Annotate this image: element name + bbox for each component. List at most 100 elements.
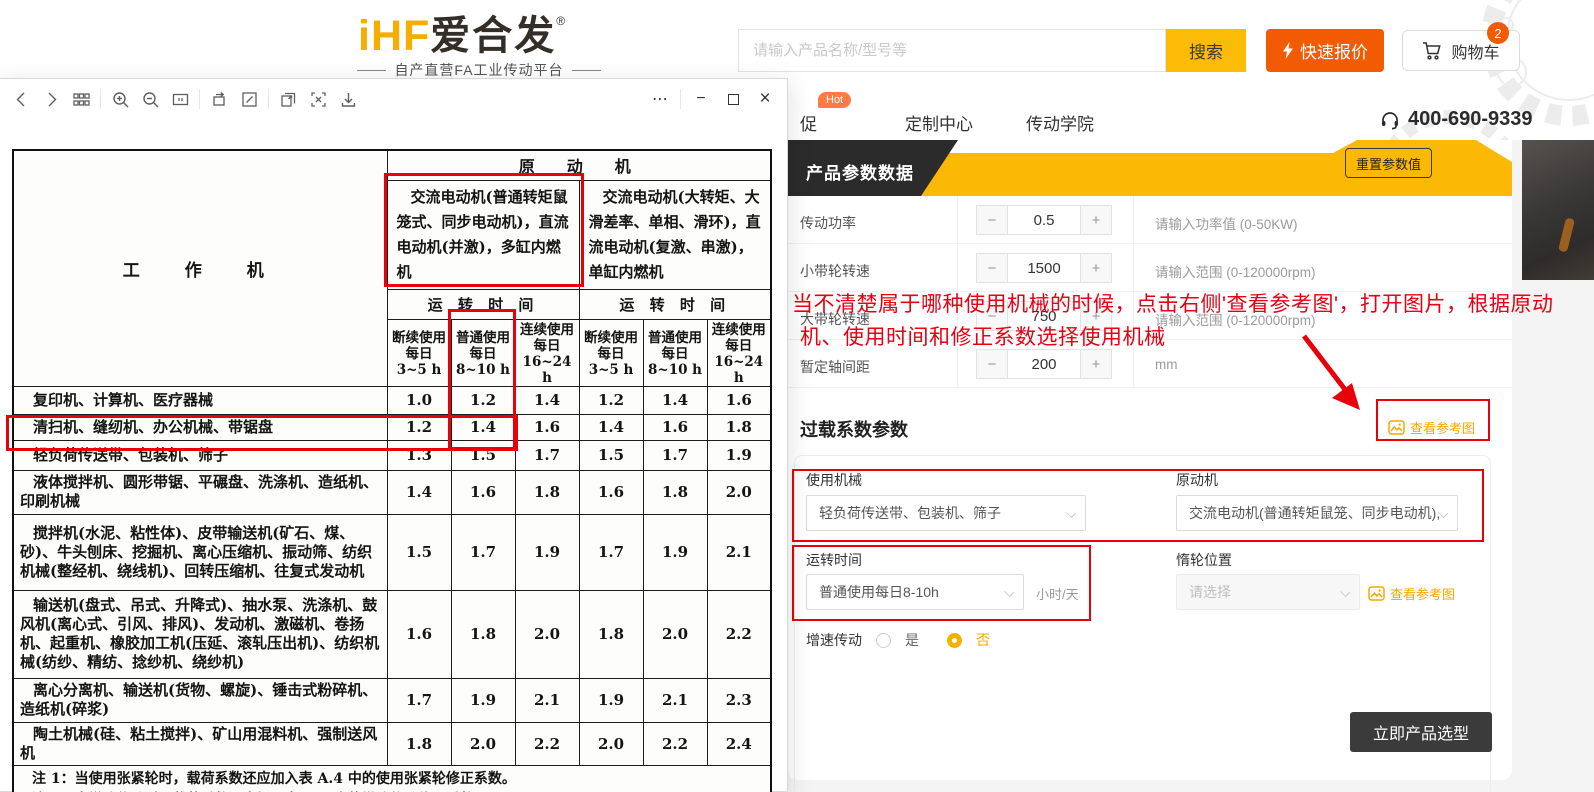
param-label: 暂定轴间距 — [800, 357, 870, 377]
toolbar-separator — [199, 89, 200, 109]
picture-icon — [1388, 420, 1405, 435]
more-options-icon[interactable]: ⋯ — [644, 85, 676, 113]
table-row: 离心分离机、输送机(货物、螺旋)、锤击式粉碎机、造纸机(碎浆) 1.71.92.… — [13, 678, 771, 722]
reset-params-button[interactable]: 重置参数值 — [1345, 148, 1432, 178]
power-stepper: − + — [976, 205, 1112, 235]
param-row-power: 传动功率 − + 请输入功率值 (0-50KW) — [788, 196, 1512, 244]
image-viewer-window: ⋯ − × 工 作 机 原 动 机 交流电动机(普通转矩鼠笼式、同步电动机)，直… — [0, 78, 788, 792]
chevron-down-icon — [1340, 587, 1350, 597]
search-box — [738, 29, 1166, 72]
speedup-label: 增速传动 — [806, 630, 862, 650]
save-icon[interactable] — [333, 85, 363, 113]
nav-item-custom-center[interactable]: 定制中心 — [905, 110, 973, 135]
headset-icon — [1380, 110, 1400, 130]
thumbnails-icon[interactable] — [66, 85, 96, 113]
hot-badge: Hot — [818, 92, 851, 108]
radio-yes-label[interactable]: 是 — [905, 630, 919, 650]
picture-icon — [1368, 586, 1385, 601]
table-row: 复印机、计算机、医疗器械 1.01.21.41.21.41.6 — [13, 386, 771, 414]
toolbar-separator — [100, 89, 101, 109]
page: iHF 爱合发 ® 自产直营FA工业传动平台 搜索 快速报价 购物车 2 促 H… — [0, 0, 1594, 792]
motor-field-label: 原动机 — [1176, 470, 1218, 490]
site-logo[interactable]: iHF 爱合发 ® — [358, 16, 565, 56]
panel-title: 产品参数数据 — [806, 159, 914, 184]
increment-button[interactable]: + — [1080, 205, 1112, 235]
lightning-icon — [1282, 42, 1294, 59]
rotate-icon[interactable] — [204, 85, 234, 113]
table-header-prime-mover: 原 动 机 — [387, 150, 771, 180]
table-row-highlighted: 轻负荷传送带、包装机、筛子 1.31.51.71.51.71.9 — [13, 440, 771, 470]
runtime-select[interactable]: 普通使用每日8-10h — [806, 574, 1024, 610]
runtime-header: 运 转 时 间 — [579, 289, 771, 319]
table-row: 清扫机、缝纫机、办公机械、带锯盘 1.21.41.61.41.61.8 — [13, 414, 771, 440]
minimize-icon[interactable]: − — [685, 85, 717, 113]
submit-selection-button[interactable]: 立即产品选型 — [1350, 712, 1492, 752]
logo-brand-text: 爱合发 — [430, 16, 556, 56]
motor-select[interactable]: 交流电动机(普通转矩鼠笼、同步电动机), — [1176, 495, 1458, 531]
decrement-button[interactable]: − — [976, 253, 1008, 283]
small-pulley-value-input[interactable] — [1008, 253, 1080, 283]
cart-icon — [1422, 41, 1443, 61]
service-phone: 400-690-9339 — [1380, 108, 1533, 131]
close-icon[interactable]: × — [749, 85, 781, 113]
view-reference-link[interactable]: 查看参考图 — [1388, 418, 1475, 437]
param-label: 小带轮转速 — [800, 261, 870, 281]
product-thumbnail[interactable] — [1522, 140, 1594, 280]
toolbar-separator — [268, 89, 269, 109]
forward-icon[interactable] — [36, 85, 66, 113]
view-reference-link-idler[interactable]: 查看参考图 — [1368, 584, 1455, 603]
table-header-work-machine: 工 作 机 — [13, 150, 387, 386]
annotation-text-line1: 当不清楚属于哪种使用机械的时候，点击右侧'查看参考图'，打开图片，根据原动 — [792, 288, 1554, 318]
nav-item-promo[interactable]: 促 — [800, 110, 817, 135]
runtime-header: 运 转 时 间 — [387, 289, 579, 319]
search-input[interactable] — [739, 30, 1165, 71]
table-row: 陶土机械(硅、粘土搅拌)、矿山用混料机、强制送风机 1.82.02.22.02.… — [13, 722, 771, 765]
axle-distance-value-input[interactable] — [1008, 349, 1080, 379]
maximize-icon[interactable] — [717, 85, 749, 113]
actual-size-icon[interactable] — [165, 85, 195, 113]
copy-image-icon[interactable] — [273, 85, 303, 113]
machine-field-label: 使用机械 — [806, 470, 862, 490]
small-pulley-stepper: − + — [976, 253, 1112, 283]
edit-icon[interactable] — [234, 85, 264, 113]
back-icon[interactable] — [6, 85, 36, 113]
parameter-panel: 产品参数数据 重置参数值 传动功率 − + 请输入功率值 (0-50KW) 小带… — [788, 140, 1512, 780]
machine-select[interactable]: 轻负荷传送带、包装机、筛子 — [806, 495, 1086, 531]
ocr-icon[interactable] — [303, 85, 333, 113]
quick-quote-button[interactable]: 快速报价 — [1266, 29, 1384, 72]
axle-distance-stepper: − + — [976, 349, 1112, 379]
zoom-out-icon[interactable] — [135, 85, 165, 113]
motor-group-2: 交流电动机(大转矩、大滑差率、单相、滑环)，直流电动机(复激、串激)，单缸内燃机 — [579, 180, 771, 289]
radio-no-label[interactable]: 否 — [976, 630, 990, 650]
increment-button[interactable]: + — [1080, 253, 1112, 283]
runtime-field-label: 运转时间 — [806, 550, 862, 570]
table-row: 输送机(盘式、吊式、升降式)、抽水泵、洗涤机、鼓风机(离心式、引风、排风)、发动… — [13, 590, 771, 678]
logo-ihf-text: iHF — [358, 16, 430, 56]
scanned-coefficient-table: 工 作 机 原 动 机 交流电动机(普通转矩鼠笼式、同步电动机)，直流电动机(并… — [12, 149, 772, 792]
param-row-small-pulley: 小带轮转速 − + 请输入范围 (0-120000rpm) — [788, 244, 1512, 292]
zoom-in-icon[interactable] — [105, 85, 135, 113]
idler-select[interactable]: 请选择 — [1176, 574, 1360, 610]
runtime-unit-suffix: 小时/天 — [1036, 584, 1079, 603]
motor-group-1: 交流电动机(普通转矩鼠笼式、同步电动机)，直流电动机(并激)，多缸内燃机 — [387, 180, 579, 289]
decrement-button[interactable]: − — [976, 349, 1008, 379]
table-notes-row: 注 1：当使用张紧轮时，载荷系数还应加入表 A.4 中的使用张紧轮修正系数。 注… — [13, 765, 771, 792]
power-value-input[interactable] — [1008, 205, 1080, 235]
nav-item-academy[interactable]: 传动学院 — [1026, 110, 1094, 135]
registered-mark: ® — [556, 14, 565, 28]
param-hint: 请输入范围 (0-120000rpm) — [1155, 261, 1316, 281]
table-row: 搅拌机(水泥、粘性体)、皮带输送机(矿石、煤、砂)、牛头刨床、挖掘机、离心压缩机… — [13, 514, 771, 590]
param-hint: 请输入功率值 (0-50KW) — [1155, 213, 1298, 233]
table-row: 液体搅拌机、圆形带锯、平碾盘、洗涤机、造纸机、印刷机械 1.41.61.81.6… — [13, 470, 771, 514]
overload-section-title: 过载系数参数 — [800, 416, 908, 442]
radio-no[interactable] — [947, 633, 962, 648]
phone-number: 400-690-9339 — [1408, 108, 1533, 131]
increment-button[interactable]: + — [1080, 349, 1112, 379]
viewer-toolbar: ⋯ − × — [0, 79, 787, 119]
radio-yes[interactable] — [876, 633, 891, 648]
chevron-down-icon — [1066, 508, 1076, 518]
search-button[interactable]: 搜索 — [1166, 29, 1246, 72]
speedup-field: 增速传动 是 否 — [806, 630, 990, 650]
annotation-arrow — [1290, 328, 1380, 423]
decrement-button[interactable]: − — [976, 205, 1008, 235]
